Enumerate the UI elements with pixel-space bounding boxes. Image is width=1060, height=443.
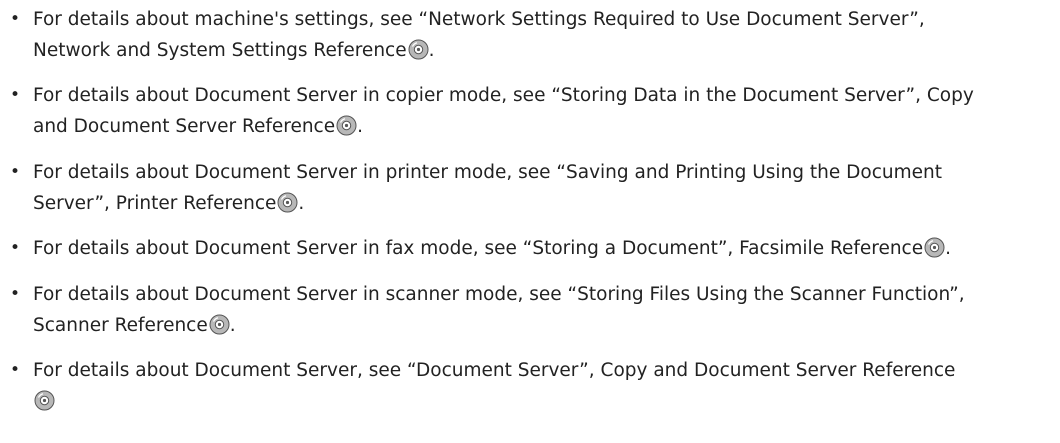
item-text-line: Server”, Printer Reference. [33, 188, 1060, 223]
bullet: • [10, 162, 21, 182]
item-text-line: For details about Document Server in fax… [33, 233, 1060, 268]
bullet: • [10, 238, 21, 258]
item-text-line: For details about Document Server in pri… [33, 162, 943, 183]
bullet: • [10, 85, 21, 105]
item-text-line: and Document Server Reference. [33, 111, 1060, 146]
item-text-line: For details about Document Server in sca… [33, 284, 965, 305]
item-text-line [33, 386, 1060, 421]
item-text-line: For details about machine's settings, se… [33, 9, 925, 30]
list-item: • For details about Document Server in f… [8, 233, 1060, 268]
item-text-line: For details about Document Server, see “… [33, 360, 956, 381]
document-page: • For details about machine's settings, … [0, 0, 1060, 443]
bullet: • [10, 284, 21, 304]
bullet: • [10, 9, 21, 29]
list-item: • For details about Document Server in s… [8, 279, 1060, 345]
cd-rom-icon [408, 39, 429, 70]
cd-rom-icon [277, 192, 298, 223]
list-item: • For details about machine's settings, … [8, 4, 1060, 70]
list-item: • For details about Document Server, see… [8, 355, 1060, 421]
cd-rom-icon [209, 314, 230, 345]
list-item: • For details about Document Server in p… [8, 157, 1060, 223]
item-text-line: For details about Document Server in cop… [33, 85, 974, 106]
cd-rom-icon [924, 237, 945, 268]
cd-rom-icon [34, 390, 55, 421]
reference-list: • For details about machine's settings, … [8, 4, 1060, 421]
item-text-line: Network and System Settings Reference. [33, 35, 1060, 70]
list-item: • For details about Document Server in c… [8, 80, 1060, 146]
cd-rom-icon [336, 115, 357, 146]
bullet: • [10, 360, 21, 380]
item-text-line: Scanner Reference. [33, 310, 1060, 345]
